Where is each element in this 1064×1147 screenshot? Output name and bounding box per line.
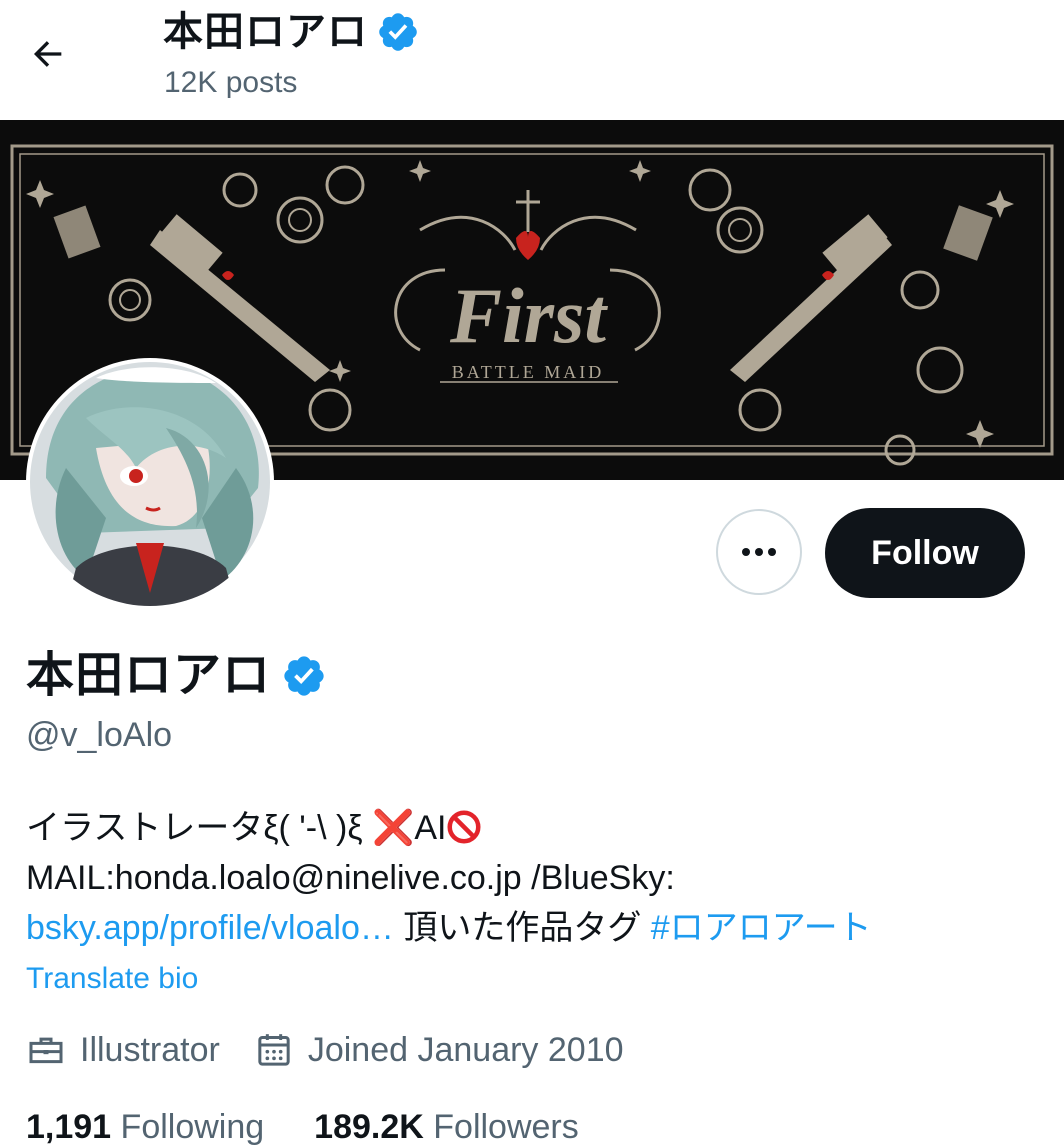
- following-count: 1,191: [26, 1108, 112, 1146]
- calendar-icon: [258, 1034, 290, 1066]
- banner-subtitle: BATTLE MAID: [452, 362, 605, 382]
- bio-bluesky-link[interactable]: bsky.app/profile/vloalo…: [26, 909, 394, 947]
- profession-label: Illustrator: [80, 1030, 220, 1069]
- verified-badge-icon[interactable]: [281, 653, 327, 699]
- banner-title: First: [449, 272, 608, 359]
- joined-label: Joined January 2010: [307, 1030, 624, 1069]
- followers-count: 189.2K: [314, 1108, 424, 1146]
- followers-label: Followers: [433, 1108, 579, 1146]
- back-arrow-icon: [34, 41, 62, 67]
- profession-item: Illustrator: [26, 1030, 220, 1070]
- following-label: Following: [120, 1108, 265, 1146]
- profile-stats: 1,191 Following 189.2K Followers: [26, 1108, 629, 1147]
- bio-line-3: bsky.app/profile/vloalo… 頂いた作品タグ #ロアロアート: [26, 903, 1046, 953]
- bio-text-ai: AI: [414, 809, 447, 847]
- top-bar: 本田ロアロ 12K posts: [0, 0, 1064, 120]
- back-button[interactable]: [22, 28, 74, 80]
- avatar-image: [30, 362, 270, 606]
- header-display-name: 本田ロアロ: [163, 10, 368, 54]
- bio-line-1: イラストレータξ( '-\ )ξ ❌AI: [26, 803, 1046, 853]
- profile-handle: @v_loAlo: [26, 716, 173, 754]
- prohibited-icon: [447, 810, 481, 844]
- bio-text-tag: 頂いた作品タグ: [393, 909, 651, 947]
- more-icon: [742, 548, 776, 556]
- followers-link[interactable]: 189.2K Followers: [314, 1108, 579, 1147]
- following-link[interactable]: 1,191 Following: [26, 1108, 264, 1147]
- display-name: 本田ロアロ: [26, 649, 272, 702]
- bio-line-2: MAIL:honda.loalo@ninelive.co.jp /BlueSky…: [26, 859, 675, 897]
- profile-bio: イラストレータξ( '-\ )ξ ❌AI MAIL:honda.loalo@ni…: [26, 803, 1046, 953]
- verified-badge-icon: [379, 13, 417, 51]
- joined-item: Joined January 2010: [254, 1030, 624, 1070]
- translate-bio-link[interactable]: Translate bio: [26, 962, 198, 996]
- profile-name-row: 本田ロアロ: [26, 648, 327, 704]
- more-button[interactable]: [716, 509, 802, 595]
- header-posts-count: 12K posts: [164, 66, 298, 99]
- bio-hashtag-link[interactable]: #ロアロアート: [651, 909, 872, 947]
- header-name-row: 本田ロアロ: [163, 8, 420, 56]
- bio-text-intro: イラストレータξ( '-\ )ξ: [26, 809, 373, 847]
- follow-button[interactable]: Follow: [825, 508, 1025, 598]
- briefcase-icon: [29, 1037, 63, 1064]
- cross-mark-icon: ❌: [372, 809, 415, 847]
- avatar[interactable]: [26, 358, 274, 606]
- profile-meta: Illustrator Joined January 2010: [26, 1030, 658, 1070]
